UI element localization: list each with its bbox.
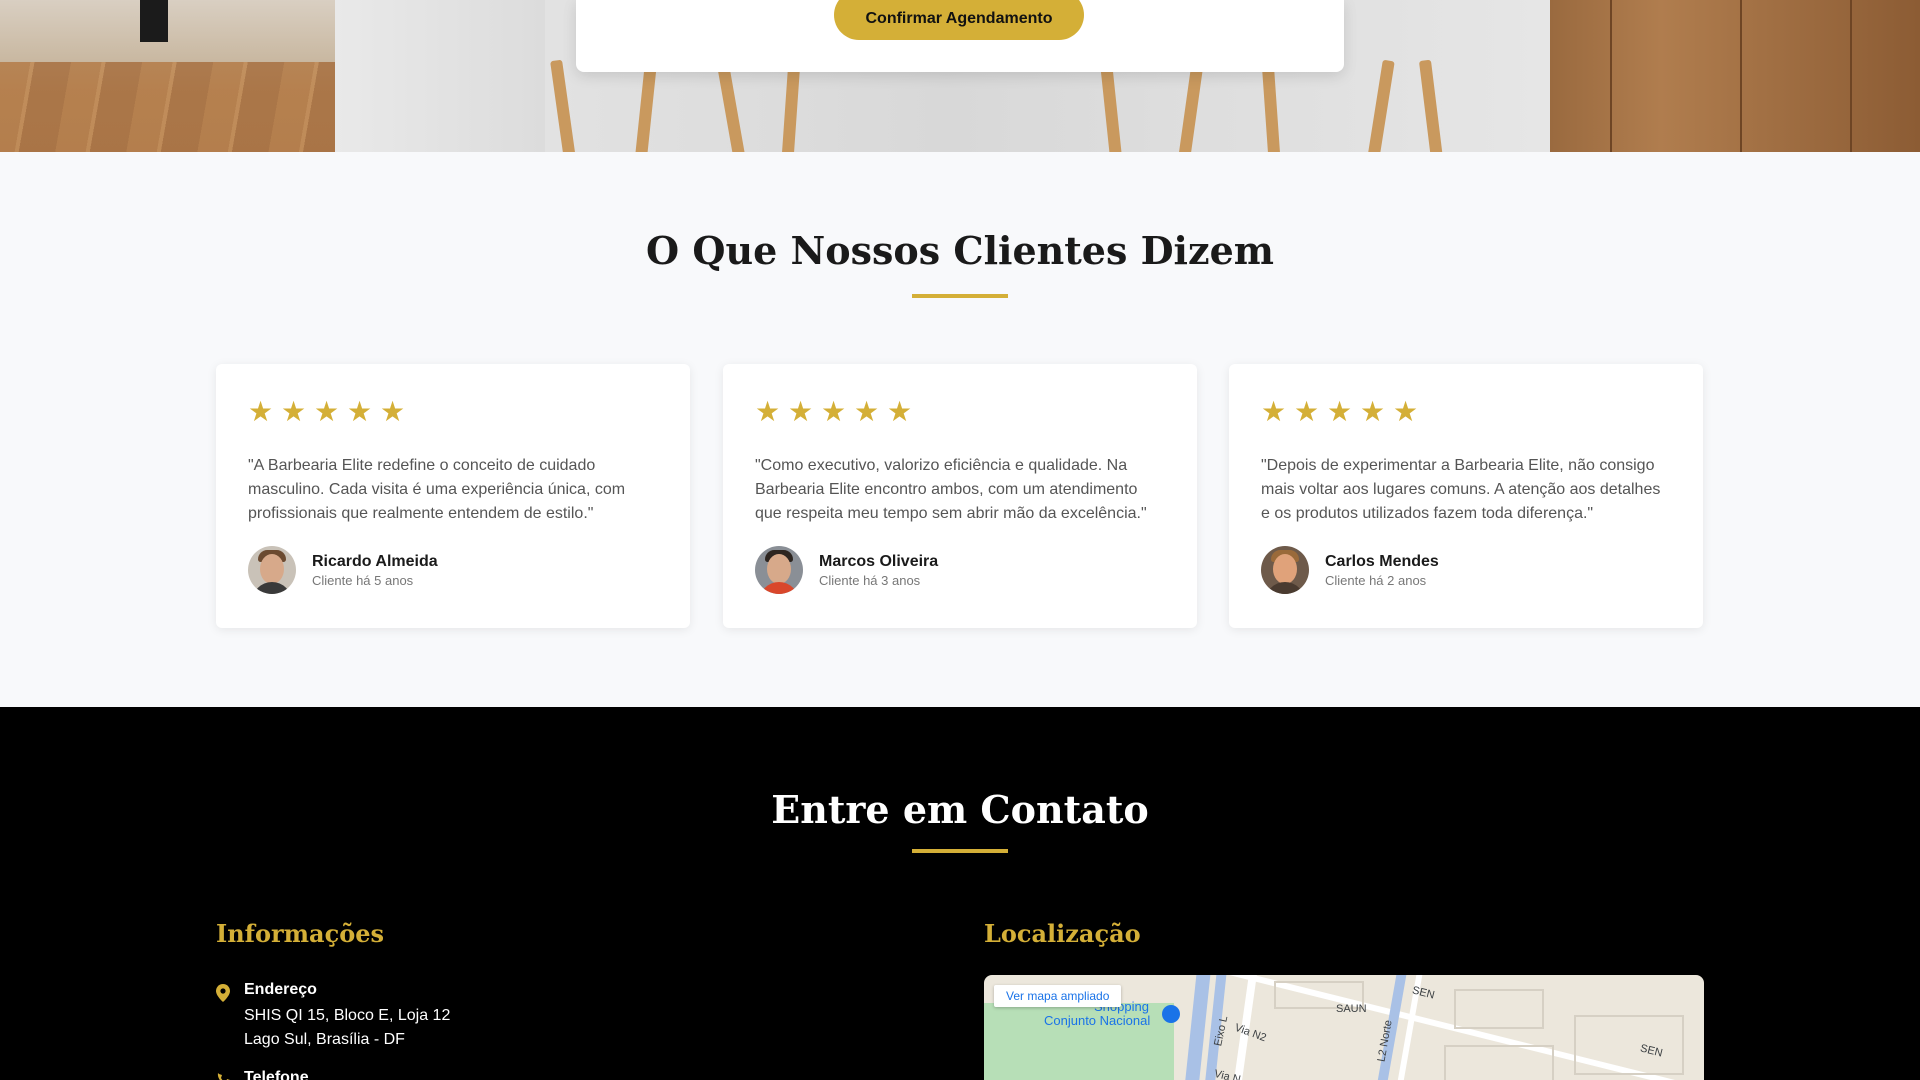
testimonials-title: O Que Nossos Clientes Dizem bbox=[646, 228, 1274, 273]
author-since: Cliente há 5 anos bbox=[312, 572, 414, 588]
star-icon: ★ bbox=[854, 395, 880, 428]
star-icon: ★ bbox=[755, 395, 781, 428]
rating-stars: ★ ★ ★ ★ ★ bbox=[1261, 398, 1421, 426]
rating-stars: ★ ★ ★ ★ ★ bbox=[248, 398, 408, 426]
location-map[interactable]: Shopping Conjunto Nacional Eixo L Via N2… bbox=[984, 975, 1704, 1080]
hero-image-floor bbox=[0, 0, 335, 152]
view-larger-map-link[interactable]: Ver mapa ampliado bbox=[994, 985, 1122, 1007]
avatar bbox=[1261, 546, 1309, 594]
star-icon: ★ bbox=[248, 395, 274, 428]
testimonial-card: ★ ★ ★ ★ ★ "Como executivo, valorizo efic… bbox=[723, 364, 1197, 628]
star-icon: ★ bbox=[314, 395, 340, 428]
star-icon: ★ bbox=[1327, 395, 1353, 428]
testimonial-author: Ricardo Almeida Cliente há 5 anos bbox=[248, 546, 438, 594]
map-label: SAUN bbox=[1336, 1003, 1367, 1015]
title-underline bbox=[912, 849, 1008, 853]
avatar bbox=[248, 546, 296, 594]
confirm-booking-button[interactable]: Confirmar Agendamento bbox=[834, 0, 1084, 40]
phone-label: Telefone bbox=[244, 1069, 309, 1080]
title-underline bbox=[912, 294, 1008, 298]
star-icon: ★ bbox=[1261, 395, 1287, 428]
star-icon: ★ bbox=[887, 395, 913, 428]
testimonial-quote: "Como executivo, valorizo eficiência e q… bbox=[755, 457, 1147, 522]
map-label: Conjunto Nacional bbox=[1044, 1013, 1151, 1028]
location-title: Localização bbox=[984, 919, 1141, 948]
booking-form-card: Confirmar Agendamento bbox=[576, 0, 1344, 72]
info-title: Informações bbox=[216, 919, 384, 948]
map-pin-icon bbox=[216, 984, 230, 1002]
star-icon: ★ bbox=[347, 395, 373, 428]
testimonial-quote: "A Barbearia Elite redefine o conceito d… bbox=[248, 457, 626, 522]
map-marker-icon[interactable] bbox=[1162, 1005, 1180, 1023]
address-line: Lago Sul, Brasília - DF bbox=[244, 1031, 405, 1048]
author-since: Cliente há 2 anos bbox=[1325, 572, 1427, 588]
testimonial-card: ★ ★ ★ ★ ★ "Depois de experimentar a Barb… bbox=[1229, 364, 1703, 628]
testimonial-card: ★ ★ ★ ★ ★ "A Barbearia Elite redefine o … bbox=[216, 364, 690, 628]
star-icon: ★ bbox=[1360, 395, 1386, 428]
star-icon: ★ bbox=[380, 395, 406, 428]
testimonials-section: O Que Nossos Clientes Dizem ★ ★ ★ ★ ★ "A… bbox=[0, 152, 1920, 707]
testimonial-quote: "Depois de experimentar a Barbearia Elit… bbox=[1261, 457, 1661, 522]
rating-stars: ★ ★ ★ ★ ★ bbox=[755, 398, 915, 426]
star-icon: ★ bbox=[1294, 395, 1320, 428]
address-label: Endereço bbox=[244, 981, 317, 998]
map-label: Via N2 bbox=[1232, 1021, 1268, 1045]
star-icon: ★ bbox=[1393, 395, 1419, 428]
phone-icon bbox=[217, 1073, 230, 1080]
star-icon: ★ bbox=[821, 395, 847, 428]
author-name: Ricardo Almeida bbox=[312, 552, 438, 570]
hero-image-cabinet bbox=[1550, 0, 1920, 152]
star-icon: ★ bbox=[281, 395, 307, 428]
contact-section: Entre em Contato Informações Endereço SH… bbox=[0, 707, 1920, 1080]
author-since: Cliente há 3 anos bbox=[819, 572, 921, 588]
author-name: Carlos Mendes bbox=[1325, 552, 1439, 570]
address-line: SHIS QI 15, Bloco E, Loja 12 bbox=[244, 1007, 451, 1024]
star-icon: ★ bbox=[788, 395, 814, 428]
hero-background: Confirmar Agendamento bbox=[0, 0, 1920, 152]
avatar bbox=[755, 546, 803, 594]
testimonial-author: Marcos Oliveira Cliente há 3 anos bbox=[755, 546, 938, 594]
author-name: Marcos Oliveira bbox=[819, 552, 939, 570]
hero-image-wall bbox=[335, 0, 545, 152]
contact-title: Entre em Contato bbox=[771, 787, 1149, 832]
testimonial-author: Carlos Mendes Cliente há 2 anos bbox=[1261, 546, 1439, 594]
